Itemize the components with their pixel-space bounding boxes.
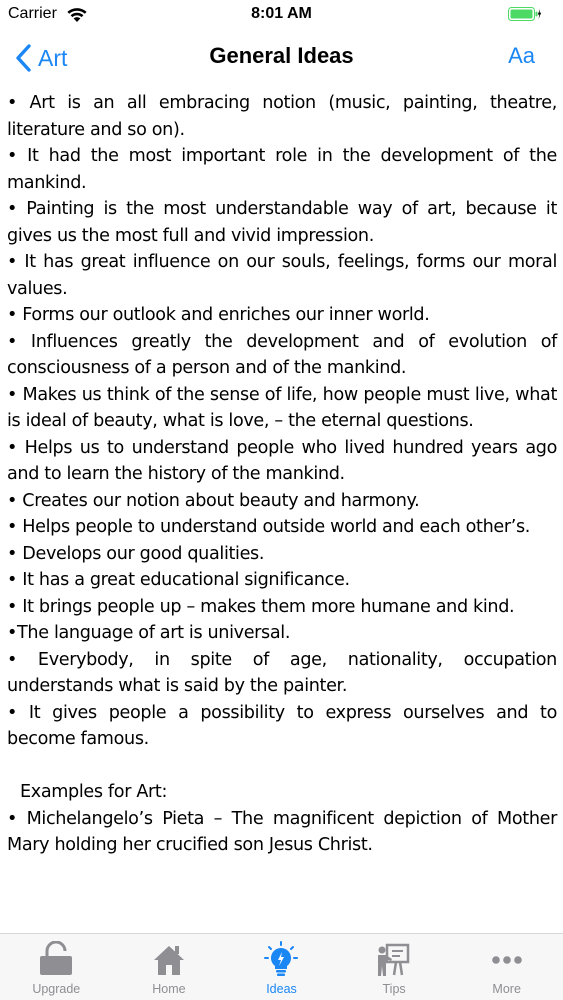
font-size-button[interactable]: Aa — [508, 43, 535, 69]
idea-item: • Forms our outlook and enriches our inn… — [7, 305, 430, 325]
ideas-content[interactable]: • Art is an all embracing notion (music,… — [0, 90, 563, 933]
idea-item: • Painting is the most understandable wa… — [7, 199, 557, 246]
tab-ideas[interactable]: Ideas — [225, 934, 338, 1000]
teacher-board-icon — [378, 943, 410, 976]
idea-item: • It gives people a possibility to expre… — [7, 702, 557, 750]
idea-item: • Everybody, in spite of age, nationalit… — [7, 649, 557, 697]
idea-item: • It brings people up – makes them more … — [7, 596, 515, 617]
idea-item: • Makes us think of the sense of life, h… — [7, 384, 557, 432]
idea-item: • Influences greatly the development and… — [7, 331, 557, 379]
lock-icon — [40, 941, 73, 975]
idea-item: • Art is an all embracing notion (music,… — [7, 93, 557, 140]
tab-upgrade[interactable]: Upgrade — [0, 934, 113, 1000]
page-title: General Ideas — [209, 43, 354, 68]
idea-item: • Creates our notion about beauty and ha… — [7, 490, 420, 511]
idea-item: •The language of art is universal. — [7, 623, 291, 643]
tab-label: Upgrade — [32, 982, 81, 996]
more-dots-icon — [491, 956, 522, 964]
tab-label: Home — [152, 982, 186, 996]
tab-home[interactable]: Home — [113, 934, 226, 1000]
navigation-bar: Art General Ideas Aa — [0, 30, 563, 88]
tab-label: Tips — [382, 982, 406, 996]
idea-item: • It has great influence on our souls, f… — [7, 252, 557, 299]
idea-item: • It had the most important role in the … — [7, 146, 557, 193]
example-item: • Michelangelo’s Pieta – The magnificent… — [7, 808, 557, 856]
home-icon — [153, 946, 184, 975]
idea-item: • Helps people to understand outside wor… — [7, 517, 531, 537]
battery-icon — [508, 7, 542, 21]
idea-item: • Helps us to understand people who live… — [7, 437, 557, 485]
lightbulb-icon — [264, 941, 299, 976]
status-bar: Carrier 8:01 AM — [0, 0, 563, 30]
idea-item: • It has a great educational significanc… — [7, 570, 350, 590]
tab-more[interactable]: More — [450, 934, 563, 1000]
tab-label: More — [492, 982, 521, 996]
idea-item: • Develops our good qualities. — [7, 543, 265, 564]
tab-bar: Upgrade Home Ideas Tips More — [0, 933, 563, 1000]
status-time: 8:01 AM — [251, 5, 312, 22]
tab-tips[interactable]: Tips — [338, 934, 451, 1000]
examples-heading: Examples for Art: — [20, 782, 168, 802]
tab-label: Ideas — [266, 982, 297, 996]
